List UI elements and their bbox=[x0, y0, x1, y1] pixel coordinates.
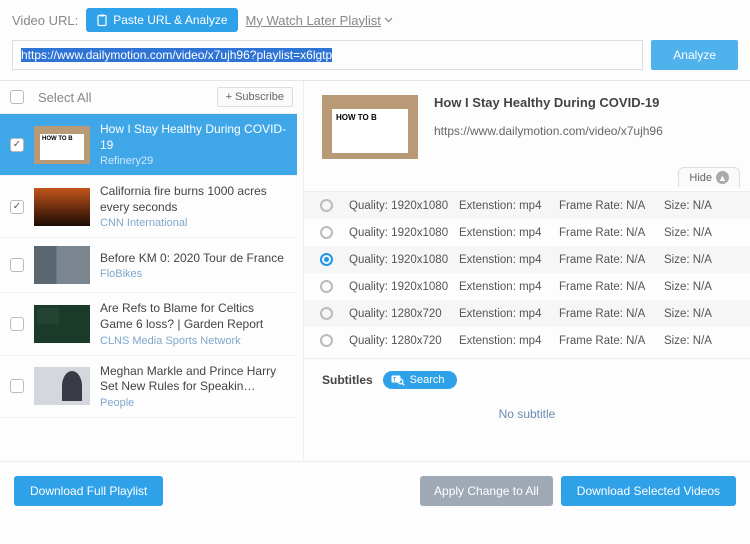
chevron-up-icon: ▲ bbox=[716, 171, 729, 184]
item-source: CLNS Media Sports Network bbox=[100, 335, 287, 347]
quality-radio[interactable] bbox=[320, 253, 333, 266]
subscribe-button[interactable]: + Subscribe bbox=[217, 87, 293, 107]
extension-value: Extenstion: mp4 bbox=[459, 227, 559, 239]
item-thumbnail bbox=[34, 188, 90, 226]
chevron-down-icon bbox=[384, 17, 393, 23]
quality-radio[interactable] bbox=[320, 334, 333, 347]
item-checkbox[interactable] bbox=[10, 200, 24, 214]
extension-value: Extenstion: mp4 bbox=[459, 254, 559, 266]
list-item[interactable]: Are Refs to Blame for Celtics Game 6 los… bbox=[0, 293, 297, 355]
select-all-label: Select All bbox=[38, 90, 207, 105]
quality-value: Quality: 1920x1080 bbox=[349, 281, 459, 293]
extension-value: Extenstion: mp4 bbox=[459, 335, 559, 347]
item-thumbnail bbox=[34, 246, 90, 284]
item-title: Are Refs to Blame for Celtics Game 6 los… bbox=[100, 301, 287, 332]
paste-analyze-button[interactable]: Paste URL & Analyze bbox=[86, 8, 237, 32]
url-input[interactable]: https://www.dailymotion.com/video/x7ujh9… bbox=[12, 40, 643, 70]
quality-row[interactable]: Quality: 1920x1080 Extenstion: mp4 Frame… bbox=[304, 219, 750, 246]
size-value: Size: N/A bbox=[664, 254, 724, 266]
quality-value: Quality: 1920x1080 bbox=[349, 254, 459, 266]
url-input-value: https://www.dailymotion.com/video/x7ujh9… bbox=[21, 48, 332, 62]
video-title: How I Stay Healthy During COVID-19 bbox=[434, 95, 663, 110]
video-url-text: https://www.dailymotion.com/video/x7ujh9… bbox=[434, 124, 663, 138]
framerate-value: Frame Rate: N/A bbox=[559, 335, 664, 347]
quality-row[interactable]: Quality: 1920x1080 Extenstion: mp4 Frame… bbox=[304, 246, 750, 273]
framerate-value: Frame Rate: N/A bbox=[559, 281, 664, 293]
select-all-checkbox[interactable] bbox=[10, 90, 24, 104]
item-source: People bbox=[100, 397, 287, 409]
extension-value: Extenstion: mp4 bbox=[459, 200, 559, 212]
quality-radio[interactable] bbox=[320, 307, 333, 320]
paste-analyze-label: Paste URL & Analyze bbox=[113, 13, 227, 27]
size-value: Size: N/A bbox=[664, 281, 724, 293]
search-label: Search bbox=[410, 374, 445, 386]
extension-value: Extenstion: mp4 bbox=[459, 308, 559, 320]
video-thumbnail-large bbox=[322, 95, 418, 159]
plus-icon: + bbox=[226, 91, 232, 103]
quality-radio[interactable] bbox=[320, 199, 333, 212]
quality-value: Quality: 1920x1080 bbox=[349, 200, 459, 212]
quality-radio[interactable] bbox=[320, 226, 333, 239]
item-source: FloBikes bbox=[100, 268, 287, 280]
download-full-playlist-button[interactable]: Download Full Playlist bbox=[14, 476, 163, 506]
quality-row[interactable]: Quality: 1920x1080 Extenstion: mp4 Frame… bbox=[304, 273, 750, 300]
item-thumbnail bbox=[34, 305, 90, 343]
framerate-value: Frame Rate: N/A bbox=[559, 308, 664, 320]
item-checkbox[interactable] bbox=[10, 379, 24, 393]
hide-label: Hide bbox=[689, 172, 712, 184]
quality-radio[interactable] bbox=[320, 280, 333, 293]
hide-button[interactable]: Hide ▲ bbox=[678, 167, 740, 187]
watch-later-link[interactable]: My Watch Later Playlist bbox=[246, 13, 393, 28]
item-source: Refinery29 bbox=[100, 155, 287, 167]
video-url-label: Video URL: bbox=[12, 13, 78, 28]
item-title: Meghan Markle and Prince Harry Set New R… bbox=[100, 364, 287, 395]
item-checkbox[interactable] bbox=[10, 138, 24, 152]
extension-value: Extenstion: mp4 bbox=[459, 281, 559, 293]
size-value: Size: N/A bbox=[664, 227, 724, 239]
item-thumbnail bbox=[34, 367, 90, 405]
framerate-value: Frame Rate: N/A bbox=[559, 254, 664, 266]
search-cc-icon: T bbox=[391, 375, 405, 386]
list-item[interactable]: How I Stay Healthy During COVID-19 Refin… bbox=[0, 114, 297, 176]
size-value: Size: N/A bbox=[664, 308, 724, 320]
download-selected-button[interactable]: Download Selected Videos bbox=[561, 476, 736, 506]
apply-change-all-button[interactable]: Apply Change to All bbox=[420, 476, 553, 506]
svg-text:T: T bbox=[393, 377, 396, 383]
item-thumbnail bbox=[34, 126, 90, 164]
framerate-value: Frame Rate: N/A bbox=[559, 200, 664, 212]
list-item[interactable]: California fire burns 1000 acres every s… bbox=[0, 176, 297, 238]
no-subtitle-text: No subtitle bbox=[304, 395, 750, 425]
item-checkbox[interactable] bbox=[10, 317, 24, 331]
search-subtitles-button[interactable]: T Search bbox=[383, 371, 457, 389]
quality-row[interactable]: Quality: 1280x720 Extenstion: mp4 Frame … bbox=[304, 327, 750, 354]
subscribe-label: Subscribe bbox=[235, 91, 284, 103]
analyze-button[interactable]: Analyze bbox=[651, 40, 738, 70]
size-value: Size: N/A bbox=[664, 200, 724, 212]
item-title: Before KM 0: 2020 Tour de France bbox=[100, 251, 287, 267]
watch-later-label: My Watch Later Playlist bbox=[246, 13, 381, 28]
item-title: How I Stay Healthy During COVID-19 bbox=[100, 122, 287, 153]
item-source: CNN International bbox=[100, 217, 287, 229]
quality-row[interactable]: Quality: 1280x720 Extenstion: mp4 Frame … bbox=[304, 300, 750, 327]
quality-value: Quality: 1280x720 bbox=[349, 335, 459, 347]
size-value: Size: N/A bbox=[664, 335, 724, 347]
quality-value: Quality: 1920x1080 bbox=[349, 227, 459, 239]
item-title: California fire burns 1000 acres every s… bbox=[100, 184, 287, 215]
quality-value: Quality: 1280x720 bbox=[349, 308, 459, 320]
framerate-value: Frame Rate: N/A bbox=[559, 227, 664, 239]
list-item[interactable]: Before KM 0: 2020 Tour de France FloBike… bbox=[0, 238, 297, 293]
clipboard-icon bbox=[96, 14, 108, 27]
quality-row[interactable]: Quality: 1920x1080 Extenstion: mp4 Frame… bbox=[304, 192, 750, 219]
item-checkbox[interactable] bbox=[10, 258, 24, 272]
list-item[interactable]: Meghan Markle and Prince Harry Set New R… bbox=[0, 356, 297, 418]
subtitles-label: Subtitles bbox=[322, 373, 373, 387]
